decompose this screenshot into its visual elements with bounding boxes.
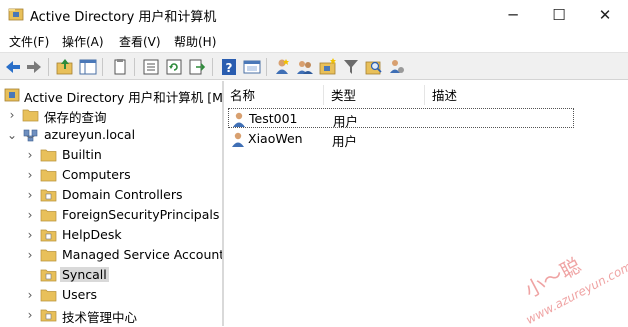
properties-icon[interactable] (141, 57, 161, 77)
menu-view[interactable]: 查看(V) (119, 33, 161, 50)
show-hide-tree-icon[interactable] (78, 57, 98, 77)
chevron-right-icon[interactable]: › (24, 248, 36, 262)
chevron-down-icon[interactable]: ⌄ (6, 128, 18, 142)
tree-item-managed-service-accounts[interactable]: › Managed Service Accounts (24, 245, 222, 265)
tree-item-label: Domain Controllers (62, 187, 183, 202)
export-list-icon[interactable] (187, 57, 207, 77)
tree-item-helpdesk[interactable]: › HelpDesk (24, 225, 222, 245)
maximize-button[interactable]: ☐ (536, 0, 582, 30)
folder-icon (40, 289, 57, 302)
folder-icon (22, 109, 39, 122)
folder-icon (40, 249, 57, 262)
tree-item-label: Users (62, 287, 98, 302)
tree-item-computers[interactable]: › Computers (24, 165, 222, 185)
toolbar-separator (212, 58, 213, 76)
ou-folder-icon (40, 229, 57, 242)
domain-icon (23, 129, 38, 142)
new-ou-icon[interactable] (318, 57, 338, 77)
tree-item-label: Computers (62, 167, 131, 182)
forward-icon[interactable] (24, 57, 44, 77)
close-button[interactable]: ✕ (582, 0, 628, 30)
tree-item-label: 保存的查询 (44, 110, 107, 125)
tree-item-label: 技术管理中心 (62, 310, 138, 325)
list-item[interactable]: Test001 用户 (228, 108, 574, 129)
folder-icon (40, 149, 57, 162)
tree-item-label: azureyun.local (44, 127, 136, 142)
tree-item-label: Syncall (60, 267, 109, 282)
menu-action[interactable]: 操作(A) (62, 33, 104, 50)
chevron-right-icon[interactable]: › (6, 108, 18, 122)
ou-folder-icon (40, 189, 57, 202)
toolbar-separator (102, 58, 103, 76)
refresh-icon[interactable] (164, 57, 184, 77)
help-icon[interactable]: ? (219, 57, 239, 77)
tree-item-saved-queries[interactable]: › 保存的查询 (6, 105, 222, 125)
list-item-name: Test001 (249, 111, 298, 126)
ou-folder-icon (40, 269, 57, 282)
window-title: Active Directory 用户和计算机 (30, 10, 217, 25)
list-item-type: 用户 (332, 134, 358, 149)
tree-root[interactable]: Active Directory 用户和计算机 [Ma (4, 85, 222, 105)
new-user-icon[interactable] (272, 57, 292, 77)
menu-file[interactable]: 文件(F) (9, 33, 49, 50)
chevron-right-icon[interactable]: › (24, 188, 36, 202)
list-item-name: XiaoWen (248, 131, 303, 146)
tree-item-users[interactable]: › Users (24, 285, 222, 305)
tree-item-label: Builtin (62, 147, 102, 162)
console-view-icon[interactable] (242, 57, 262, 77)
column-header-name[interactable]: 名称 (224, 85, 324, 105)
toolbar: ? (0, 52, 628, 80)
menu-help[interactable]: 帮助(H) (174, 33, 216, 50)
tree-item-builtin[interactable]: › Builtin (24, 145, 222, 165)
details-list: 名称 类型 描述 Test001 用户 XiaoWen 用户 (224, 81, 628, 326)
folder-icon (40, 169, 57, 182)
column-header-type[interactable]: 类型 (325, 85, 425, 105)
chevron-right-icon[interactable]: › (24, 148, 36, 162)
tree-root-label: Active Directory 用户和计算机 [Ma (24, 90, 222, 105)
new-group-icon[interactable] (295, 57, 315, 77)
tree-item-tech-management-center[interactable]: › 技术管理中心 (24, 305, 222, 325)
svg-text:?: ? (226, 61, 233, 75)
chevron-right-icon[interactable]: › (24, 308, 36, 322)
list-item[interactable]: XiaoWen 用户 (228, 129, 578, 149)
toolbar-separator (134, 58, 135, 76)
chevron-right-icon[interactable]: › (24, 228, 36, 242)
toolbar-separator (48, 58, 49, 76)
back-icon[interactable] (3, 57, 23, 77)
ou-folder-icon (40, 309, 57, 322)
tree-item-domain[interactable]: ⌄ azureyun.local (6, 125, 222, 145)
up-folder-icon[interactable] (55, 57, 75, 77)
list-item-type: 用户 (333, 114, 359, 129)
menu-bar: 文件(F) 操作(A) 查看(V) 帮助(H) (0, 30, 628, 52)
column-header-description[interactable]: 描述 (426, 85, 576, 105)
tree-item-domain-controllers[interactable]: › Domain Controllers (24, 185, 222, 205)
copy-icon[interactable] (110, 57, 130, 77)
tree-item-syncall[interactable]: Syncall (24, 265, 222, 285)
minimize-button[interactable]: ─ (490, 0, 536, 30)
toolbar-separator (266, 58, 267, 76)
chevron-right-icon[interactable]: › (24, 288, 36, 302)
add-to-group-icon[interactable] (387, 57, 407, 77)
tree-item-label: HelpDesk (62, 227, 122, 242)
filter-icon[interactable] (341, 57, 361, 77)
folder-icon (40, 209, 57, 222)
find-icon[interactable] (364, 57, 384, 77)
chevron-right-icon[interactable]: › (24, 168, 36, 182)
user-icon (232, 132, 244, 147)
tree-item-label: ForeignSecurityPrincipals (62, 207, 220, 222)
user-icon (233, 112, 245, 127)
title-bar: Active Directory 用户和计算机 ─ ☐ ✕ (0, 0, 628, 30)
tree-item-foreign-security-principals[interactable]: › ForeignSecurityPrincipals (24, 205, 222, 225)
tree-item-label: Managed Service Accounts (62, 247, 222, 262)
ad-users-computers-app-icon (8, 8, 24, 21)
chevron-right-icon[interactable]: › (24, 208, 36, 222)
tree-pane: Active Directory 用户和计算机 [Ma › 保存的查询 ⌄ az… (0, 81, 222, 326)
ad-console-icon (4, 88, 20, 102)
